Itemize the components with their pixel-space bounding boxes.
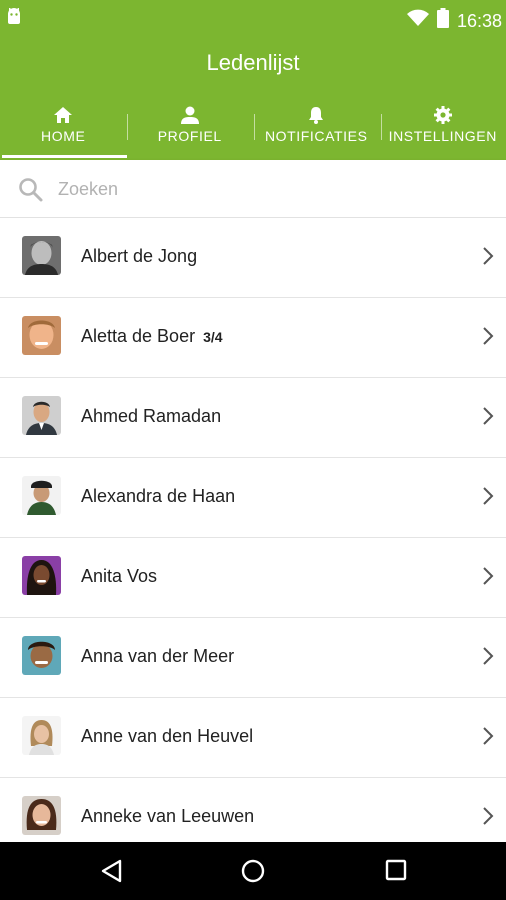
search-icon[interactable] (18, 177, 44, 208)
tab-divider (254, 114, 255, 140)
member-list: Albert de Jong Aletta de Boer 3/4 Ahmed R… (0, 218, 506, 842)
list-item[interactable]: Anneke van Leeuwen (0, 778, 506, 842)
gear-icon (433, 106, 452, 124)
list-item[interactable]: Anne van den Heuvel (0, 698, 506, 778)
tab-home[interactable]: HOME (0, 104, 127, 160)
tab-divider (127, 114, 128, 140)
member-name: Anita Vos (81, 566, 158, 586)
list-item[interactable]: Albert de Jong (0, 218, 506, 298)
avatar (22, 396, 61, 435)
status-time: 16:38 (456, 10, 502, 31)
person-icon (180, 106, 199, 124)
member-name: Anna van der Meer (81, 646, 235, 666)
recents-icon[interactable] (385, 859, 407, 886)
list-item[interactable]: Anita Vos (0, 538, 506, 618)
tab-profiel[interactable]: PROFIEL (127, 104, 254, 160)
member-name: Anneke van Leeuwen (81, 806, 255, 826)
avatar (22, 716, 61, 755)
search-bar (0, 160, 506, 218)
tab-instellingen[interactable]: INSTELLINGEN (380, 104, 506, 160)
avatar (22, 476, 61, 515)
list-item[interactable]: Ahmed Ramadan (0, 378, 506, 458)
list-item[interactable]: Alexandra de Haan (0, 458, 506, 538)
chevron-right-icon (482, 486, 494, 511)
avatar (22, 556, 61, 595)
bell-icon (308, 106, 324, 124)
chevron-right-icon (482, 326, 494, 351)
tab-bar: HOME PROFIEL NOTIFICATIES INSTELLINGEN (0, 104, 506, 160)
chevron-right-icon (482, 726, 494, 751)
member-name: Aletta de Boer (81, 326, 196, 346)
tab-profiel-label: PROFIEL (157, 128, 222, 144)
chevron-right-icon (482, 566, 494, 591)
member-name: Alexandra de Haan (81, 486, 236, 506)
search-input[interactable] (58, 173, 478, 205)
chevron-right-icon (482, 406, 494, 431)
tab-notificaties-label: NOTIFICATIES (264, 128, 368, 144)
chevron-right-icon (482, 246, 494, 271)
home-circle-icon[interactable] (241, 859, 265, 888)
tab-instellingen-label: INSTELLINGEN (388, 128, 497, 144)
back-icon[interactable] (100, 859, 122, 888)
avatar (22, 636, 61, 675)
avatar (22, 316, 61, 355)
avatar (22, 796, 61, 835)
tab-divider (381, 114, 382, 140)
avatar (22, 236, 61, 275)
wifi-icon (406, 9, 429, 32)
android-icon (6, 8, 22, 31)
page-title: Ledenlijst (206, 50, 300, 75)
member-badge: 3/4 (203, 329, 223, 345)
chevron-right-icon (482, 646, 494, 671)
member-name: Ahmed Ramadan (81, 406, 222, 426)
status-bar: 16:38 (0, 0, 506, 38)
navigation-bar (0, 842, 506, 900)
tab-notificaties[interactable]: NOTIFICATIES (253, 104, 380, 160)
member-name: Albert de Jong (81, 246, 198, 266)
list-item[interactable]: Aletta de Boer 3/4 (0, 298, 506, 378)
battery-icon (436, 8, 449, 33)
app-bar: Ledenlijst HOME PROFIEL NOTIFICATIES INS… (0, 38, 506, 160)
member-name: Anne van den Heuvel (81, 726, 254, 746)
home-icon (54, 106, 73, 124)
tab-home-label: HOME (41, 128, 86, 144)
list-item[interactable]: Anna van der Meer (0, 618, 506, 698)
chevron-right-icon (482, 806, 494, 831)
